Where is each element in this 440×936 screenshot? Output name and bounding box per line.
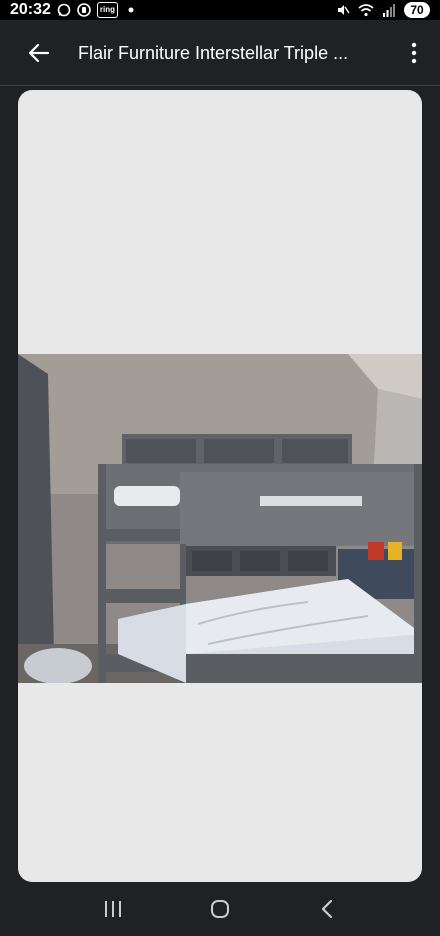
back-icon [321, 899, 332, 919]
recent-apps-icon [105, 901, 122, 917]
battery-icon: 70 [404, 2, 430, 18]
ring-app-icon: ring [96, 2, 119, 18]
app-bar: Flair Furniture Interstellar Triple ... [0, 20, 440, 86]
back-button[interactable] [0, 20, 78, 86]
home-icon [210, 900, 229, 918]
bunk-bed-photo [18, 354, 422, 683]
more-options-button[interactable] [388, 20, 440, 86]
arrow-left-icon [28, 43, 50, 63]
messenger-icon [77, 3, 91, 17]
mute-icon [336, 3, 350, 17]
page-title: Flair Furniture Interstellar Triple ... [78, 42, 349, 63]
app-bar-divider [0, 85, 440, 86]
wifi-icon [358, 3, 374, 17]
more-vert-icon [411, 42, 417, 64]
whatsapp-icon [57, 3, 71, 17]
image-viewer[interactable] [18, 90, 422, 882]
recent-apps-button[interactable] [83, 882, 143, 936]
status-bar: 20:32 ring 70 [0, 0, 440, 20]
signal-icon [382, 3, 396, 17]
back-nav-button[interactable] [297, 882, 357, 936]
notification-dot [124, 3, 138, 17]
system-nav-bar [0, 882, 440, 936]
status-time: 20:32 [10, 1, 51, 18]
home-button[interactable] [190, 882, 250, 936]
